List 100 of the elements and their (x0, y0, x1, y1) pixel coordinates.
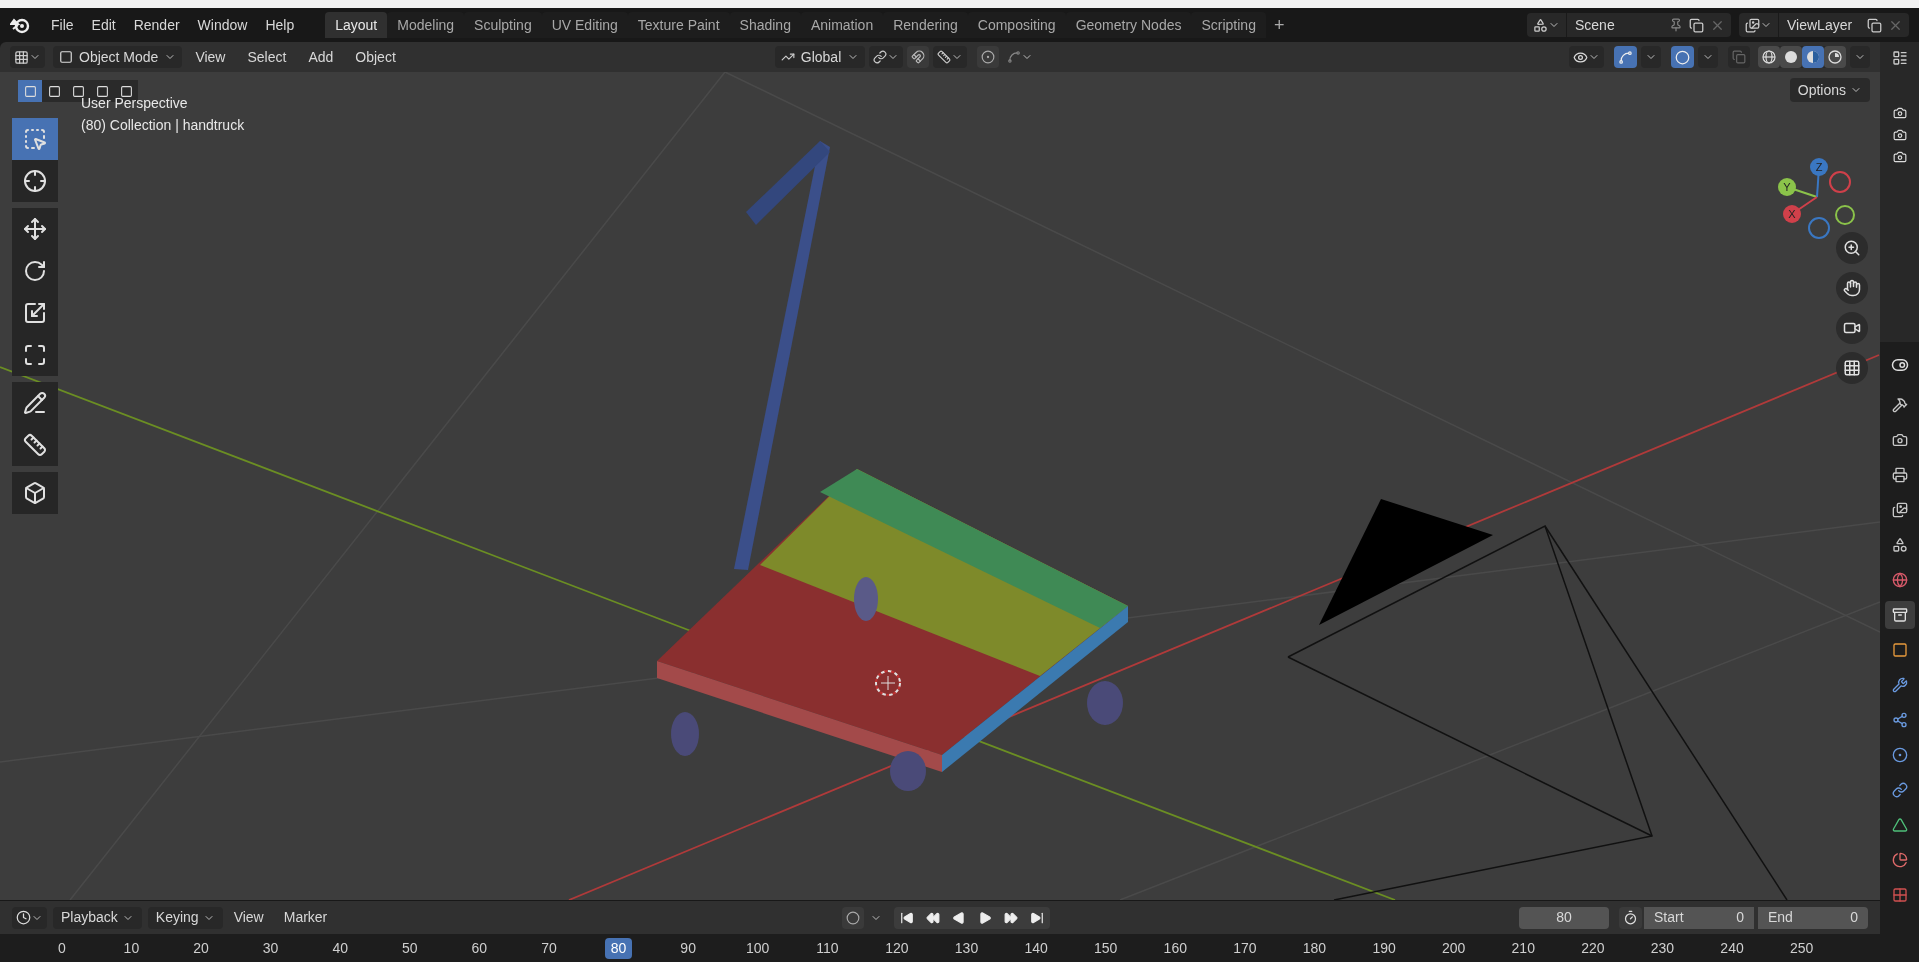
pivot-dropdown[interactable] (869, 46, 904, 68)
workspace-tab[interactable]: Layout (325, 12, 388, 38)
selection-mode-button[interactable] (42, 80, 66, 102)
pin-icon[interactable] (1669, 18, 1683, 32)
snap-target-dropdown[interactable] (933, 46, 968, 68)
xray-toggle[interactable] (1728, 46, 1750, 68)
blender-logo-icon[interactable] (10, 16, 30, 34)
frame-number[interactable]: 240 (1714, 937, 1750, 959)
link-icon (1891, 782, 1908, 798)
frame-number[interactable]: 200 (1436, 937, 1472, 959)
proportional-edit-toggle[interactable] (977, 46, 1000, 68)
new-view-layer-icon[interactable] (1867, 17, 1882, 33)
tool-button[interactable] (12, 160, 58, 202)
menu-item[interactable]: Help (256, 11, 304, 39)
timeline-menu-item[interactable]: View (224, 907, 273, 928)
orientation-dropdown[interactable]: Global (774, 46, 866, 68)
overlay-toggle[interactable] (1671, 46, 1694, 68)
workspace-tab[interactable]: Sculpting (464, 12, 542, 38)
new-scene-icon[interactable] (1689, 17, 1704, 33)
frame-number[interactable]: 150 (1088, 937, 1124, 959)
tool-button[interactable] (12, 382, 58, 424)
axis-gizmo-drawing[interactable]: Z Y X (1772, 152, 1862, 242)
workspace-tab[interactable]: Compositing (967, 12, 1066, 38)
add-workspace-button[interactable]: + (1265, 11, 1293, 39)
frame-number[interactable]: 20 (187, 937, 215, 959)
header-menu-item[interactable]: Select (238, 46, 296, 68)
frame-number[interactable]: 90 (674, 937, 702, 959)
scene-selector[interactable]: Scene (1527, 13, 1731, 37)
frame-number[interactable]: 0 (51, 937, 72, 959)
gizmo-toggle[interactable] (1614, 46, 1637, 68)
menu-item[interactable]: Edit (82, 11, 125, 39)
frame-number[interactable]: 210 (1505, 937, 1541, 959)
options-dropdown[interactable]: Options (1789, 78, 1870, 102)
workspace-tab[interactable]: Texture Paint (627, 12, 730, 38)
frame-number[interactable]: 100 (740, 937, 776, 959)
frame-number[interactable]: 170 (1227, 937, 1263, 959)
frame-number[interactable]: 50 (395, 937, 424, 959)
timeline-menu-item[interactable]: Marker (274, 907, 337, 928)
outliner-icon[interactable] (1891, 50, 1908, 66)
frame-number[interactable]: 130 (948, 937, 985, 959)
editor-type-button[interactable] (10, 46, 45, 68)
view-layer-selector[interactable]: ViewLayer (1739, 13, 1909, 37)
workspace-tab[interactable]: Animation (800, 12, 884, 38)
rotate-icon (23, 259, 47, 283)
frame-number[interactable]: 30 (256, 937, 285, 959)
workspace-tab[interactable]: Scripting (1191, 12, 1266, 38)
workspace-tab[interactable]: Rendering (883, 12, 968, 38)
frame-number[interactable]: 180 (1296, 937, 1333, 959)
header-menu-item[interactable]: View (186, 46, 235, 68)
scene-icon (1533, 17, 1548, 33)
workspace-tab[interactable]: Shading (729, 12, 801, 38)
workspace-tab[interactable]: Modeling (387, 12, 465, 38)
header-menu-item[interactable]: Object (346, 46, 405, 68)
visibility-dropdown[interactable] (1569, 46, 1604, 68)
scene-name: Scene (1574, 15, 1616, 35)
camera-icon[interactable] (1892, 128, 1907, 142)
timeline-menu-dropdown[interactable]: Playback (53, 906, 142, 929)
toggle-icon[interactable] (1890, 356, 1909, 374)
frame-number[interactable]: 120 (879, 937, 915, 959)
frame-number[interactable]: 70 (535, 937, 563, 959)
tool-button[interactable] (12, 472, 58, 514)
frame-number[interactable]: 160 (1157, 937, 1193, 959)
frame-number[interactable]: 220 (1575, 937, 1611, 959)
snap-toggle[interactable] (907, 46, 930, 68)
frame-number[interactable]: 230 (1644, 937, 1681, 959)
shading-mode-button[interactable] (1824, 46, 1846, 68)
material-icon (1891, 852, 1908, 868)
menu-item[interactable]: Window (188, 11, 257, 39)
properties-tab[interactable] (1884, 601, 1915, 629)
current-frame-field[interactable]: 80 (1519, 906, 1609, 929)
tool-button[interactable] (12, 424, 58, 466)
frame-number[interactable]: 140 (1018, 937, 1054, 959)
mode-dropdown[interactable]: Object Mode (53, 46, 183, 68)
frame-number[interactable]: 80 (604, 937, 633, 959)
end-frame-field[interactable]: End 0 (1758, 906, 1868, 929)
jump-start-icon (900, 910, 915, 925)
frame-number[interactable]: 190 (1366, 937, 1402, 959)
menu-item[interactable]: Render (124, 11, 189, 39)
shading-mode-button[interactable] (1758, 46, 1780, 68)
frame-number[interactable]: 110 (810, 937, 845, 959)
camera-icon[interactable] (1892, 106, 1907, 120)
start-frame-field[interactable]: Start 0 (1644, 906, 1754, 929)
timeline-menu-dropdown[interactable]: Keying (147, 906, 223, 929)
move-icon (23, 217, 47, 241)
tool-button[interactable] (12, 334, 58, 376)
editor-type-button[interactable] (12, 906, 47, 929)
workspace-tab[interactable]: UV Editing (541, 12, 628, 38)
shading-mode-button[interactable] (1802, 46, 1824, 68)
preview-range-toggle[interactable] (1619, 906, 1642, 929)
menu-item[interactable]: File (42, 11, 83, 39)
frame-number[interactable]: 40 (326, 937, 354, 959)
auto-key-button[interactable] (842, 906, 865, 929)
header-menu-item[interactable]: Add (299, 46, 343, 68)
tool-button[interactable] (12, 208, 58, 250)
camera-icon[interactable] (1892, 150, 1907, 164)
workspace-tab[interactable]: Geometry Nodes (1065, 12, 1192, 38)
frame-number[interactable]: 250 (1783, 937, 1820, 959)
shading-mode-button[interactable] (1780, 46, 1802, 68)
frame-number[interactable]: 60 (465, 937, 494, 959)
frame-number[interactable]: 10 (117, 937, 146, 959)
